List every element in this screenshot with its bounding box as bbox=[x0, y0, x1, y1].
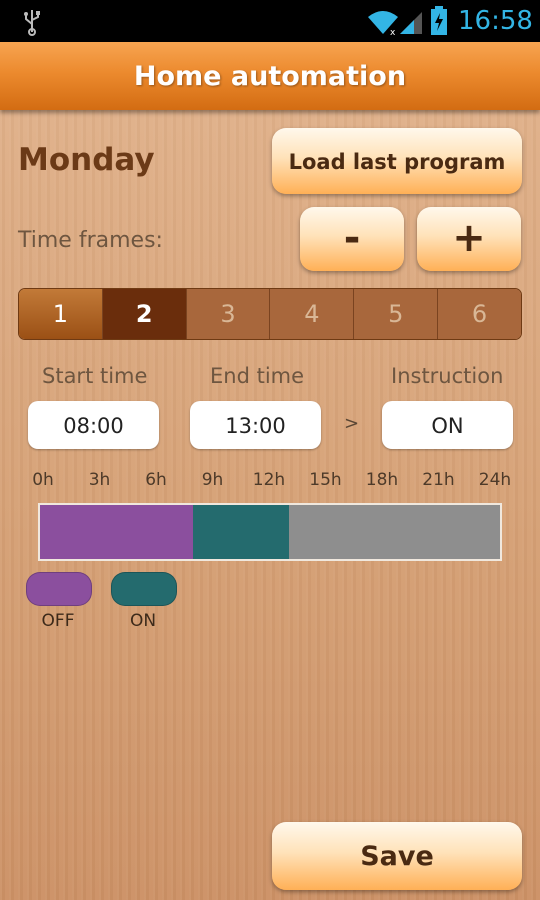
load-last-program-button[interactable]: Load last program bbox=[272, 128, 522, 194]
time-frame-tab-6[interactable]: 6 bbox=[438, 289, 521, 339]
time-frame-tabs: 1 2 3 4 5 6 bbox=[18, 288, 522, 340]
end-time-field[interactable]: 13:00 bbox=[190, 401, 321, 449]
timeline-segment-unset[interactable] bbox=[289, 505, 500, 559]
signal-icon bbox=[400, 12, 422, 34]
remove-time-frame-button[interactable]: - bbox=[300, 207, 404, 271]
start-time-label: Start time bbox=[42, 364, 148, 388]
timeline-segment-on[interactable] bbox=[193, 505, 290, 559]
hour-label-9h: 9h bbox=[201, 470, 224, 490]
add-time-frame-button[interactable]: + bbox=[417, 207, 521, 271]
status-bar: x 16:58 bbox=[0, 0, 540, 42]
time-frame-tab-2[interactable]: 2 bbox=[102, 289, 187, 339]
hour-label-18h: 18h bbox=[365, 470, 399, 490]
legend-swatch-off bbox=[26, 572, 92, 606]
hour-label-3h: 3h bbox=[88, 470, 111, 490]
hour-label-6h: 6h bbox=[145, 470, 167, 490]
legend-swatch-on bbox=[111, 572, 177, 606]
time-frame-tab-3[interactable]: 3 bbox=[186, 289, 271, 339]
svg-text:x: x bbox=[390, 28, 396, 36]
battery-icon bbox=[431, 6, 447, 35]
legend-label-off: OFF bbox=[41, 611, 75, 631]
action-bar: Home automation bbox=[0, 42, 540, 110]
hour-label-12h: 12h bbox=[252, 470, 286, 490]
hour-label-15h: 15h bbox=[309, 470, 342, 490]
status-clock: 16:58 bbox=[458, 6, 533, 36]
hour-label-21h: 21h bbox=[422, 470, 455, 490]
start-time-field[interactable]: 08:00 bbox=[28, 401, 159, 449]
save-button[interactable]: Save bbox=[272, 822, 522, 890]
hour-label-24h: 24h bbox=[478, 470, 512, 490]
timeline-segment-off[interactable] bbox=[40, 505, 194, 559]
wifi-icon: x bbox=[368, 11, 398, 36]
legend-label-on: ON bbox=[129, 611, 157, 631]
day-label: Monday bbox=[18, 142, 155, 178]
end-time-label: End time bbox=[210, 364, 305, 388]
time-frame-tab-1[interactable]: 1 bbox=[19, 289, 103, 339]
time-frame-tab-5[interactable]: 5 bbox=[354, 289, 439, 339]
time-frame-tab-4[interactable]: 4 bbox=[270, 289, 355, 339]
time-frames-label: Time frames: bbox=[18, 228, 163, 253]
instruction-field[interactable]: ON bbox=[382, 401, 513, 449]
instruction-label: Instruction bbox=[391, 364, 504, 388]
usb-icon bbox=[24, 10, 40, 36]
app-title: Home automation bbox=[133, 61, 407, 92]
timeline-bar bbox=[38, 503, 502, 561]
hour-label-0h: 0h bbox=[32, 470, 54, 490]
separator-arrow: > bbox=[344, 413, 360, 434]
